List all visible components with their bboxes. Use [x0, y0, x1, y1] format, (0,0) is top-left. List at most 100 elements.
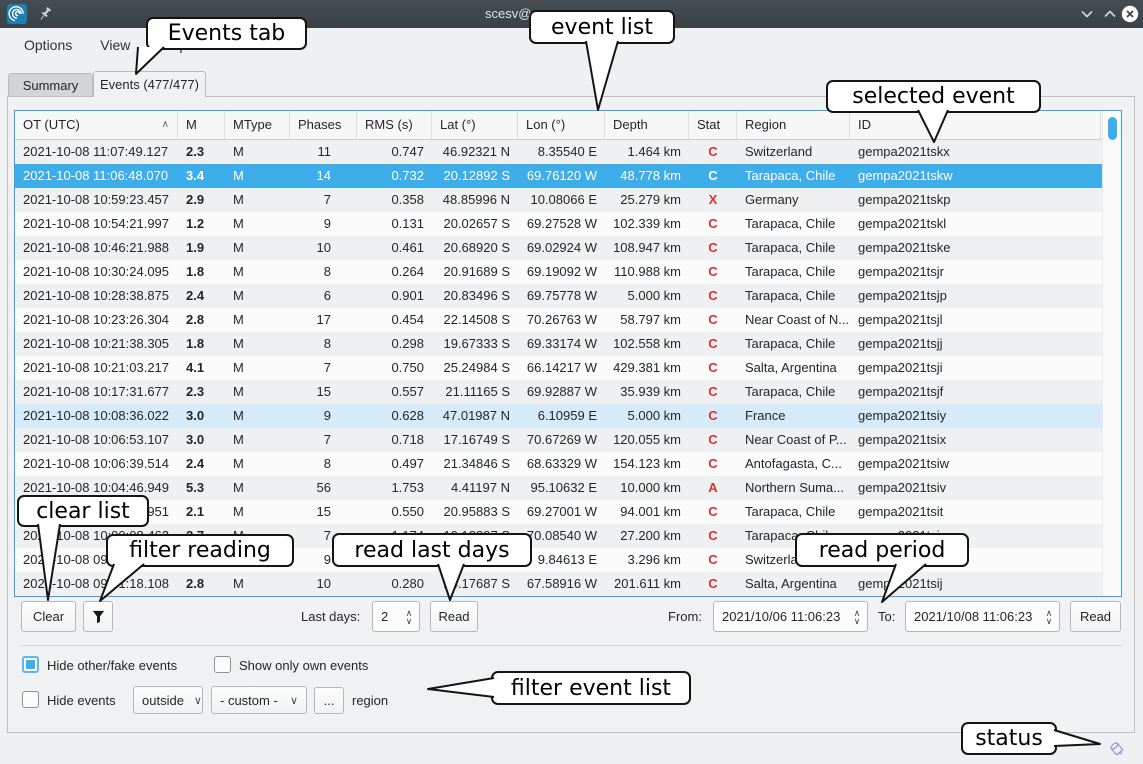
event-row[interactable]: 2021-10-08 11:07:49.1272.3M110.74746.923…: [15, 140, 1121, 164]
event-row[interactable]: 2021-10-08 10:04:46.9495.3M561.7534.4119…: [15, 476, 1121, 500]
from-datetime-input[interactable]: 2021/10/06 11:06:23 ∧∨: [713, 601, 868, 632]
cell-stat: X: [689, 188, 737, 212]
column-header-m[interactable]: M: [178, 111, 225, 139]
event-row[interactable]: 2021-10-08 10:59:23.4572.9M70.35848.8599…: [15, 188, 1121, 212]
cell-lat: 24.17687 S: [432, 572, 518, 596]
cell-m: 2.8: [178, 572, 225, 596]
cell-depth: 1.464 km: [605, 140, 689, 164]
cell-id: gempa2021tsjf: [850, 380, 1101, 404]
event-row[interactable]: 2021-10-08 09:41:18.1082.8M100.28024.176…: [15, 572, 1121, 596]
event-table-body: 2021-10-08 11:07:49.1272.3M110.74746.923…: [15, 140, 1121, 596]
column-header-ot[interactable]: OT (UTC)∧: [15, 111, 178, 139]
event-row[interactable]: 2021-10-08 10:30:24.0951.8M80.26420.9168…: [15, 260, 1121, 284]
cell-lat: 4.41197 N: [432, 476, 518, 500]
event-row[interactable]: 2021-10-08 10:28:38.8752.4M60.90120.8349…: [15, 284, 1121, 308]
column-header-depth[interactable]: Depth: [605, 111, 689, 139]
menu-options[interactable]: Options: [10, 37, 86, 53]
close-button[interactable]: [1121, 5, 1139, 23]
filter-reading-button[interactable]: [83, 601, 113, 632]
cell-depth: 5.000 km: [605, 404, 689, 428]
spinbox-arrows-icon[interactable]: ∧∨: [1041, 609, 1059, 625]
connection-status-icon: [1106, 738, 1127, 759]
event-row[interactable]: 2021-10-08 10:23:26.3042.8M170.45422.145…: [15, 308, 1121, 332]
read-last-days-button[interactable]: Read: [430, 601, 478, 632]
cell-phases: 10: [290, 572, 357, 596]
to-datetime-input[interactable]: 2021/10/08 11:06:23 ∧∨: [905, 601, 1060, 632]
cell-m: 3.0: [178, 404, 225, 428]
column-header-id[interactable]: ID: [850, 111, 1101, 139]
scrollbar-thumb[interactable]: [1108, 117, 1117, 140]
cell-lat: 20.83496 S: [432, 284, 518, 308]
cell-rms: 0.497: [357, 452, 432, 476]
cell-depth: 10.000 km: [605, 476, 689, 500]
last-days-spinbox[interactable]: 2 ∧∨: [372, 601, 420, 632]
event-row[interactable]: 2021-10-08 10:54:21.9971.2M90.13120.0265…: [15, 212, 1121, 236]
cell-depth: 110.988 km: [605, 260, 689, 284]
cell-region: Salta, Argentina: [737, 356, 850, 380]
event-row[interactable]: 2021-10-08 10:04:43.9512.1M150.55020.958…: [15, 500, 1121, 524]
cell-mtype: M: [225, 500, 290, 524]
column-header-mtype[interactable]: MType: [225, 111, 290, 139]
cell-lat: 19.67333 S: [432, 332, 518, 356]
cell-m: 2.8: [178, 308, 225, 332]
column-header-region[interactable]: Region: [737, 111, 850, 139]
column-header-rms[interactable]: RMS (s): [357, 111, 432, 139]
region-preset-select[interactable]: - custom - ∨: [211, 686, 307, 714]
cell-ot: 2021-10-08 10:28:38.875: [15, 284, 178, 308]
cell-stat: A: [689, 476, 737, 500]
callout-selected-event: selected event: [826, 80, 1041, 113]
column-header-lon[interactable]: Lon (°): [518, 111, 605, 139]
event-row[interactable]: 2021-10-08 10:21:03.2174.1M70.75025.2498…: [15, 356, 1121, 380]
column-header-stat[interactable]: Stat: [689, 111, 737, 139]
cell-phases: 56: [290, 476, 357, 500]
cell-m: 2.3: [178, 380, 225, 404]
funnel-icon: [91, 609, 106, 624]
event-row[interactable]: 2021-10-08 10:06:39.5142.4M80.49721.3484…: [15, 452, 1121, 476]
hide-other-fake-events-checkbox[interactable]: [22, 656, 39, 673]
menu-view[interactable]: View: [86, 37, 144, 53]
cell-rms: 0.750: [357, 356, 432, 380]
maximize-button[interactable]: [1101, 5, 1119, 23]
cell-m: 2.4: [178, 452, 225, 476]
callout-event-list: event list: [529, 10, 675, 44]
show-only-own-events-checkbox[interactable]: [214, 656, 231, 673]
cell-rms: 0.550: [357, 500, 432, 524]
cell-mtype: M: [225, 404, 290, 428]
event-row[interactable]: 2021-10-08 10:08:36.0223.0M90.62847.0198…: [15, 404, 1121, 428]
pin-icon[interactable]: [36, 5, 54, 23]
event-row[interactable]: 2021-10-08 11:06:48.0703.4M140.73220.128…: [15, 164, 1121, 188]
cell-ot: 2021-10-08 10:06:53.107: [15, 428, 178, 452]
chevron-down-icon: ∨: [280, 694, 298, 707]
cell-mtype: M: [225, 236, 290, 260]
inside-outside-select[interactable]: outside ∨: [133, 686, 203, 714]
cell-id: gempa2021tskl: [850, 212, 1101, 236]
spinbox-arrows-icon[interactable]: ∧∨: [401, 609, 419, 625]
tab-summary[interactable]: Summary: [8, 73, 93, 97]
column-header-phases[interactable]: Phases: [290, 111, 357, 139]
cell-mtype: M: [225, 380, 290, 404]
event-row[interactable]: 2021-10-08 10:21:38.3051.8M80.29819.6733…: [15, 332, 1121, 356]
cell-id: gempa2021tske: [850, 236, 1101, 260]
cell-lon: 69.33174 W: [518, 332, 605, 356]
cell-lon: 6.10959 E: [518, 404, 605, 428]
event-row[interactable]: 2021-10-08 10:46:21.9881.9M100.46120.689…: [15, 236, 1121, 260]
vertical-scrollbar[interactable]: [1102, 111, 1121, 596]
region-more-button[interactable]: ...: [314, 687, 344, 714]
event-row[interactable]: 2021-10-08 10:06:53.1073.0M70.71817.1674…: [15, 428, 1121, 452]
cell-rms: 0.461: [357, 236, 432, 260]
cell-lon: 69.92887 W: [518, 380, 605, 404]
minimize-button[interactable]: [1078, 5, 1096, 23]
scesv-window: scesv@s Options View Help Summary Events…: [0, 0, 1143, 764]
cell-id: gempa2021tsix: [850, 428, 1101, 452]
read-period-button[interactable]: Read: [1070, 601, 1121, 632]
clear-button[interactable]: Clear: [21, 601, 76, 632]
cell-region: Tarapaca, Chile: [737, 212, 850, 236]
hide-events-checkbox[interactable]: [22, 691, 39, 708]
column-header-lat[interactable]: Lat (°): [432, 111, 518, 139]
spinbox-arrows-icon[interactable]: ∧∨: [849, 609, 867, 625]
cell-m: 2.1: [178, 500, 225, 524]
cell-phases: 14: [290, 164, 357, 188]
event-row[interactable]: 2021-10-08 10:17:31.6772.3M150.55721.111…: [15, 380, 1121, 404]
tab-events[interactable]: Events (477/477): [93, 71, 206, 97]
cell-phases: 9: [290, 404, 357, 428]
